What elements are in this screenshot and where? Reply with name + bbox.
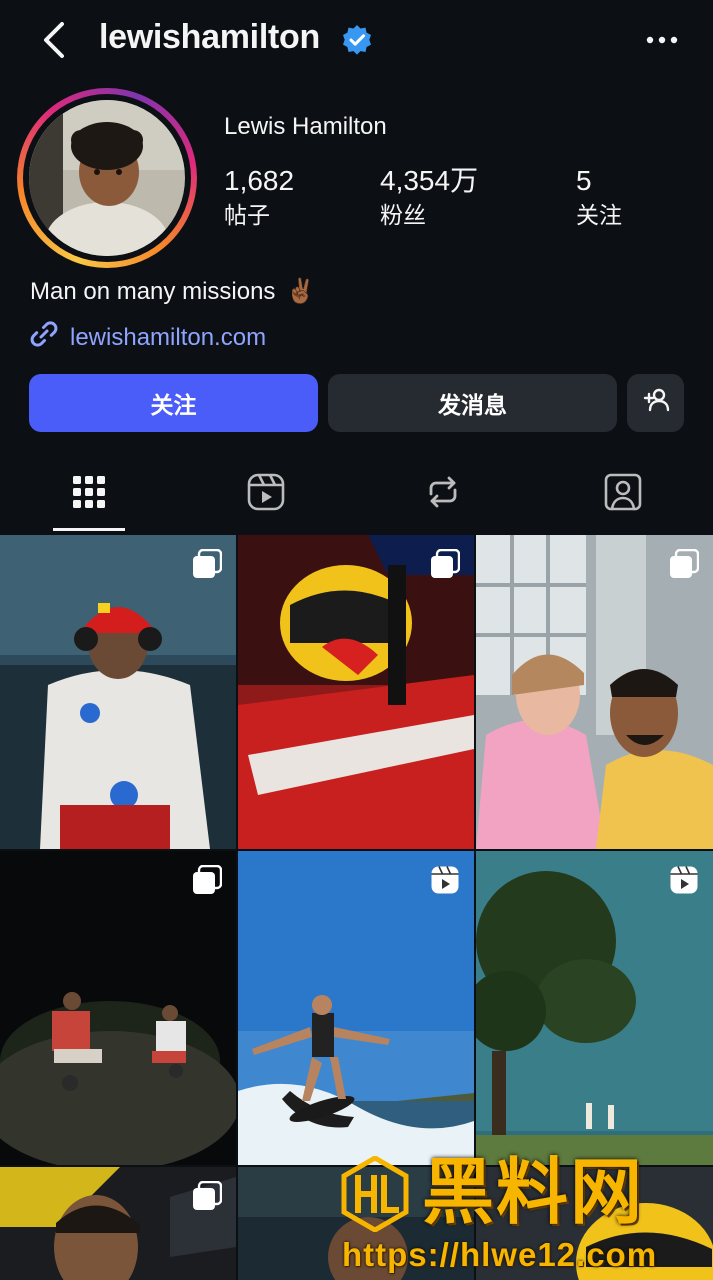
reels-icon: [246, 472, 286, 517]
profile-tabs: [0, 458, 713, 534]
stat-followers[interactable]: 4,354万 粉丝: [380, 165, 478, 231]
carousel-icon: [192, 864, 223, 895]
stat-following-label: 关注: [576, 202, 622, 228]
stat-followers-value: 4,354万: [380, 165, 479, 196]
carousel-icon: [430, 548, 461, 579]
post-tile[interactable]: [0, 535, 236, 849]
profile-link[interactable]: lewishamilton.com: [28, 318, 266, 357]
profile-full-name: Lewis Hamilton: [224, 113, 387, 140]
link-icon: [28, 318, 60, 357]
stat-following-value: 5: [576, 165, 592, 196]
verified-badge-icon: [341, 24, 373, 56]
more-options-icon[interactable]: [640, 22, 684, 58]
tab-tagged[interactable]: [587, 458, 659, 530]
active-tab-indicator: [53, 528, 125, 531]
stat-posts[interactable]: 1,682 帖子: [224, 165, 294, 231]
stat-posts-label: 帖子: [224, 202, 270, 228]
tab-reels[interactable]: [230, 458, 302, 530]
bio-text: Man on many missions: [30, 277, 276, 305]
suggest-users-button[interactable]: [627, 374, 684, 432]
post-tile[interactable]: [476, 1167, 713, 1280]
grid-icon: [71, 474, 107, 515]
reel-icon: [669, 865, 699, 895]
add-person-icon: [641, 385, 671, 421]
post-grid: [0, 535, 713, 1280]
message-button[interactable]: 发消息: [328, 374, 617, 432]
profile-username: lewishamilton: [99, 18, 320, 56]
story-ring[interactable]: [17, 88, 197, 268]
follow-button[interactable]: 关注: [29, 374, 318, 432]
profile-bio: Man on many missions ✌🏾: [30, 277, 315, 306]
post-tile[interactable]: [0, 1167, 236, 1280]
profile-avatar: [29, 100, 185, 256]
peace-emoji: ✌🏾: [285, 278, 316, 305]
post-tile[interactable]: [476, 851, 713, 1165]
tab-reposts[interactable]: [407, 458, 479, 530]
stat-following[interactable]: 5 关注: [576, 165, 622, 231]
post-tile[interactable]: [238, 535, 474, 849]
carousel-icon: [192, 548, 223, 579]
reel-icon: [430, 865, 460, 895]
stat-posts-value: 1,682: [224, 165, 295, 196]
carousel-icon: [192, 1180, 223, 1211]
link-text: lewishamilton.com: [70, 323, 267, 351]
post-tile[interactable]: [476, 535, 713, 849]
tagged-icon: [603, 472, 643, 517]
reposts-icon: [423, 472, 463, 517]
post-tile[interactable]: [0, 851, 236, 1165]
stat-followers-label: 粉丝: [380, 202, 426, 228]
post-tile[interactable]: [238, 851, 474, 1165]
carousel-icon: [669, 548, 700, 579]
top-bar: lewishamilton: [0, 0, 713, 80]
tab-grid[interactable]: [53, 458, 125, 530]
back-arrow-icon[interactable]: [36, 18, 76, 62]
post-tile[interactable]: [238, 1167, 474, 1280]
